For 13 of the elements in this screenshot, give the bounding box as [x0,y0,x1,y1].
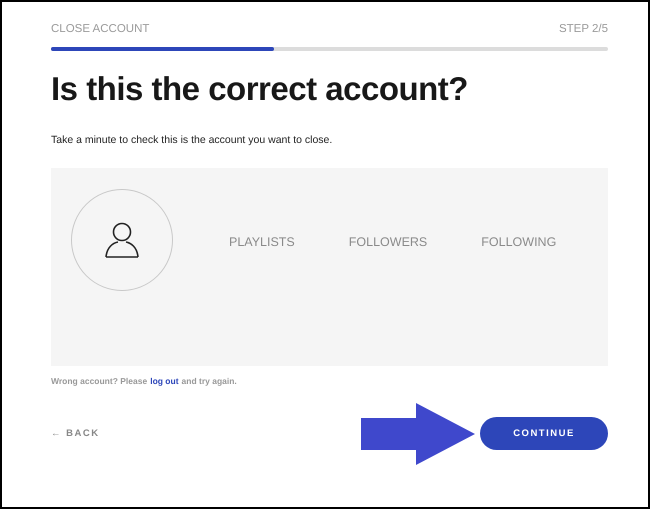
continue-button[interactable]: CONTINUE [480,417,608,450]
stat-label: FOLLOWING [481,235,556,249]
log-out-link[interactable]: log out [150,376,179,386]
stat-label: PLAYLISTS [229,235,295,249]
back-button[interactable]: ← BACK [51,428,100,439]
user-icon [105,222,139,258]
wrong-account-text: and try again. [182,376,237,386]
heading: Is this the correct account? [51,69,469,109]
intro-text: Take a minute to check this is the account you want to close. [51,134,334,146]
page-title: CLOSE ACCOUNT [51,23,150,35]
stat-label: FOLLOWERS [348,235,428,249]
wrong-account-text: Wrong account? Please [51,376,148,386]
step-indicator: STEP 2/5 [558,23,608,35]
